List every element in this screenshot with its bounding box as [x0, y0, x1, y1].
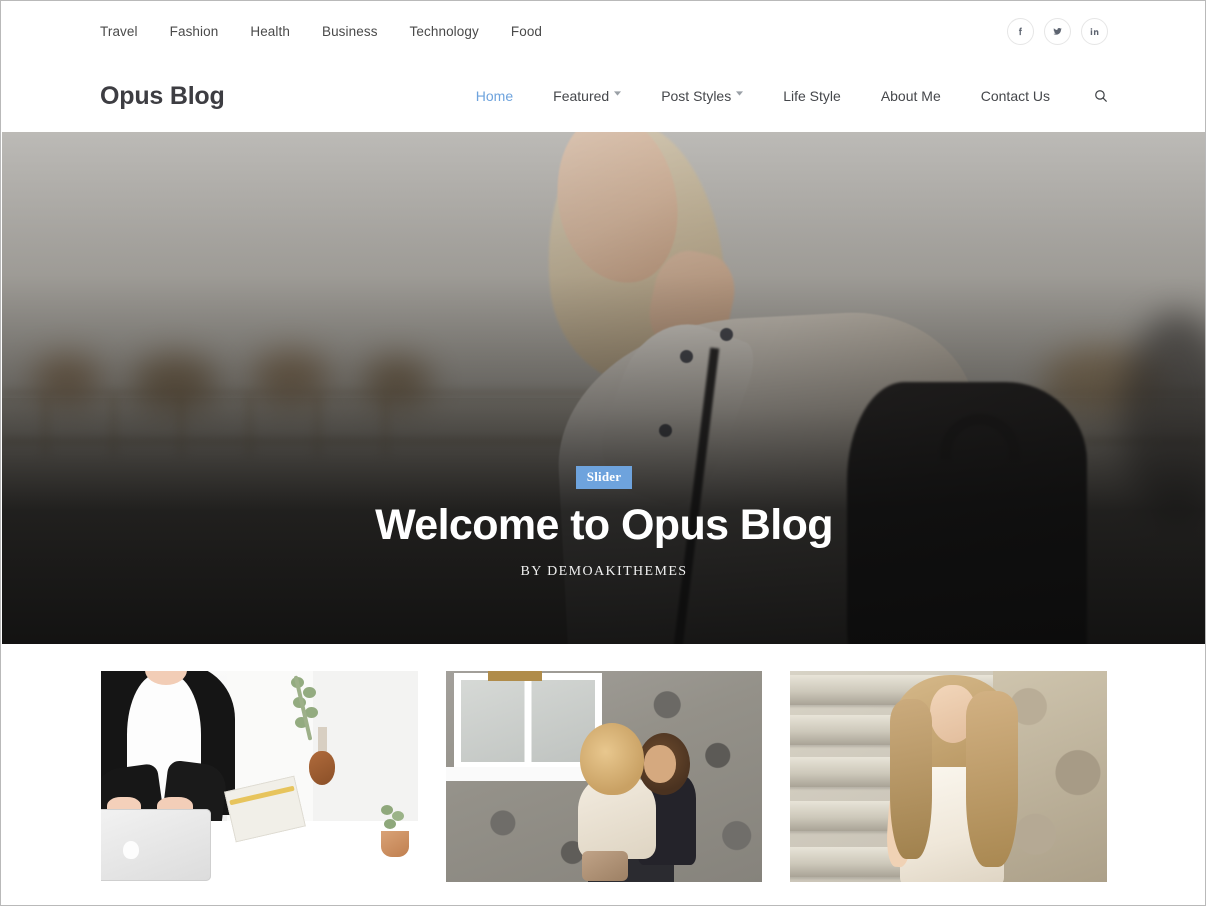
- main-nav: Home Featured Post Styles Life Style Abo…: [456, 88, 1108, 104]
- nav-item-featured[interactable]: Featured: [533, 88, 641, 104]
- nav-item-label: Post Styles: [661, 88, 732, 104]
- hero-slider[interactable]: Slider Welcome to Opus Blog BY DEMOAKITH…: [2, 132, 1205, 644]
- nav-item-label: Featured: [553, 88, 610, 104]
- site-logo[interactable]: Opus Blog: [100, 82, 225, 111]
- top-nav-health[interactable]: Health: [234, 24, 306, 39]
- chevron-down-icon: [736, 90, 744, 98]
- top-nav-fashion[interactable]: Fashion: [154, 24, 235, 39]
- top-nav-technology[interactable]: Technology: [394, 24, 495, 39]
- top-nav-travel[interactable]: Travel: [100, 24, 154, 39]
- nav-item-label: About Me: [880, 88, 941, 104]
- nav-item-post-styles[interactable]: Post Styles: [641, 88, 763, 104]
- nav-item-about-me[interactable]: About Me: [861, 88, 961, 104]
- nav-item-label: Contact Us: [980, 88, 1050, 104]
- page-root: Travel Fashion Health Business Technolog…: [0, 0, 1206, 906]
- top-nav-business[interactable]: Business: [306, 24, 394, 39]
- card-thumbnail-image: [445, 671, 763, 882]
- hero-byline: BY DEMOAKITHEMES: [520, 564, 688, 579]
- nav-item-life-style[interactable]: Life Style: [763, 88, 861, 104]
- card-woman-steps[interactable]: [790, 671, 1108, 882]
- nav-item-home[interactable]: Home: [456, 88, 533, 104]
- twitter-icon[interactable]: [1044, 17, 1071, 45]
- facebook-icon[interactable]: [1007, 17, 1034, 45]
- top-bar: Travel Fashion Health Business Technolog…: [2, 2, 1205, 60]
- nav-item-label: Home: [475, 88, 514, 104]
- nav-item-contact-us[interactable]: Contact Us: [961, 88, 1070, 104]
- nav-item-label: Life Style: [783, 88, 841, 104]
- social-links: [1007, 17, 1108, 45]
- search-icon[interactable]: [1070, 89, 1108, 103]
- top-category-nav: Travel Fashion Health Business Technolog…: [100, 24, 558, 39]
- card-thumbnail-image: [101, 671, 418, 882]
- main-header: Opus Blog Home Featured Post Styles Life…: [2, 60, 1205, 132]
- card-mother-child[interactable]: [445, 671, 763, 882]
- hero-category-badge[interactable]: Slider: [575, 466, 633, 489]
- card-desk-laptop[interactable]: [101, 671, 418, 882]
- hero-content: Slider Welcome to Opus Blog BY DEMOAKITH…: [2, 466, 1205, 580]
- card-thumbnail-image: [790, 671, 1108, 882]
- linkedin-icon[interactable]: [1081, 17, 1108, 45]
- chevron-down-icon: [614, 90, 622, 98]
- post-cards-row: [2, 644, 1205, 905]
- top-nav-food[interactable]: Food: [495, 24, 558, 39]
- hero-title: Welcome to Opus Blog: [375, 501, 833, 549]
